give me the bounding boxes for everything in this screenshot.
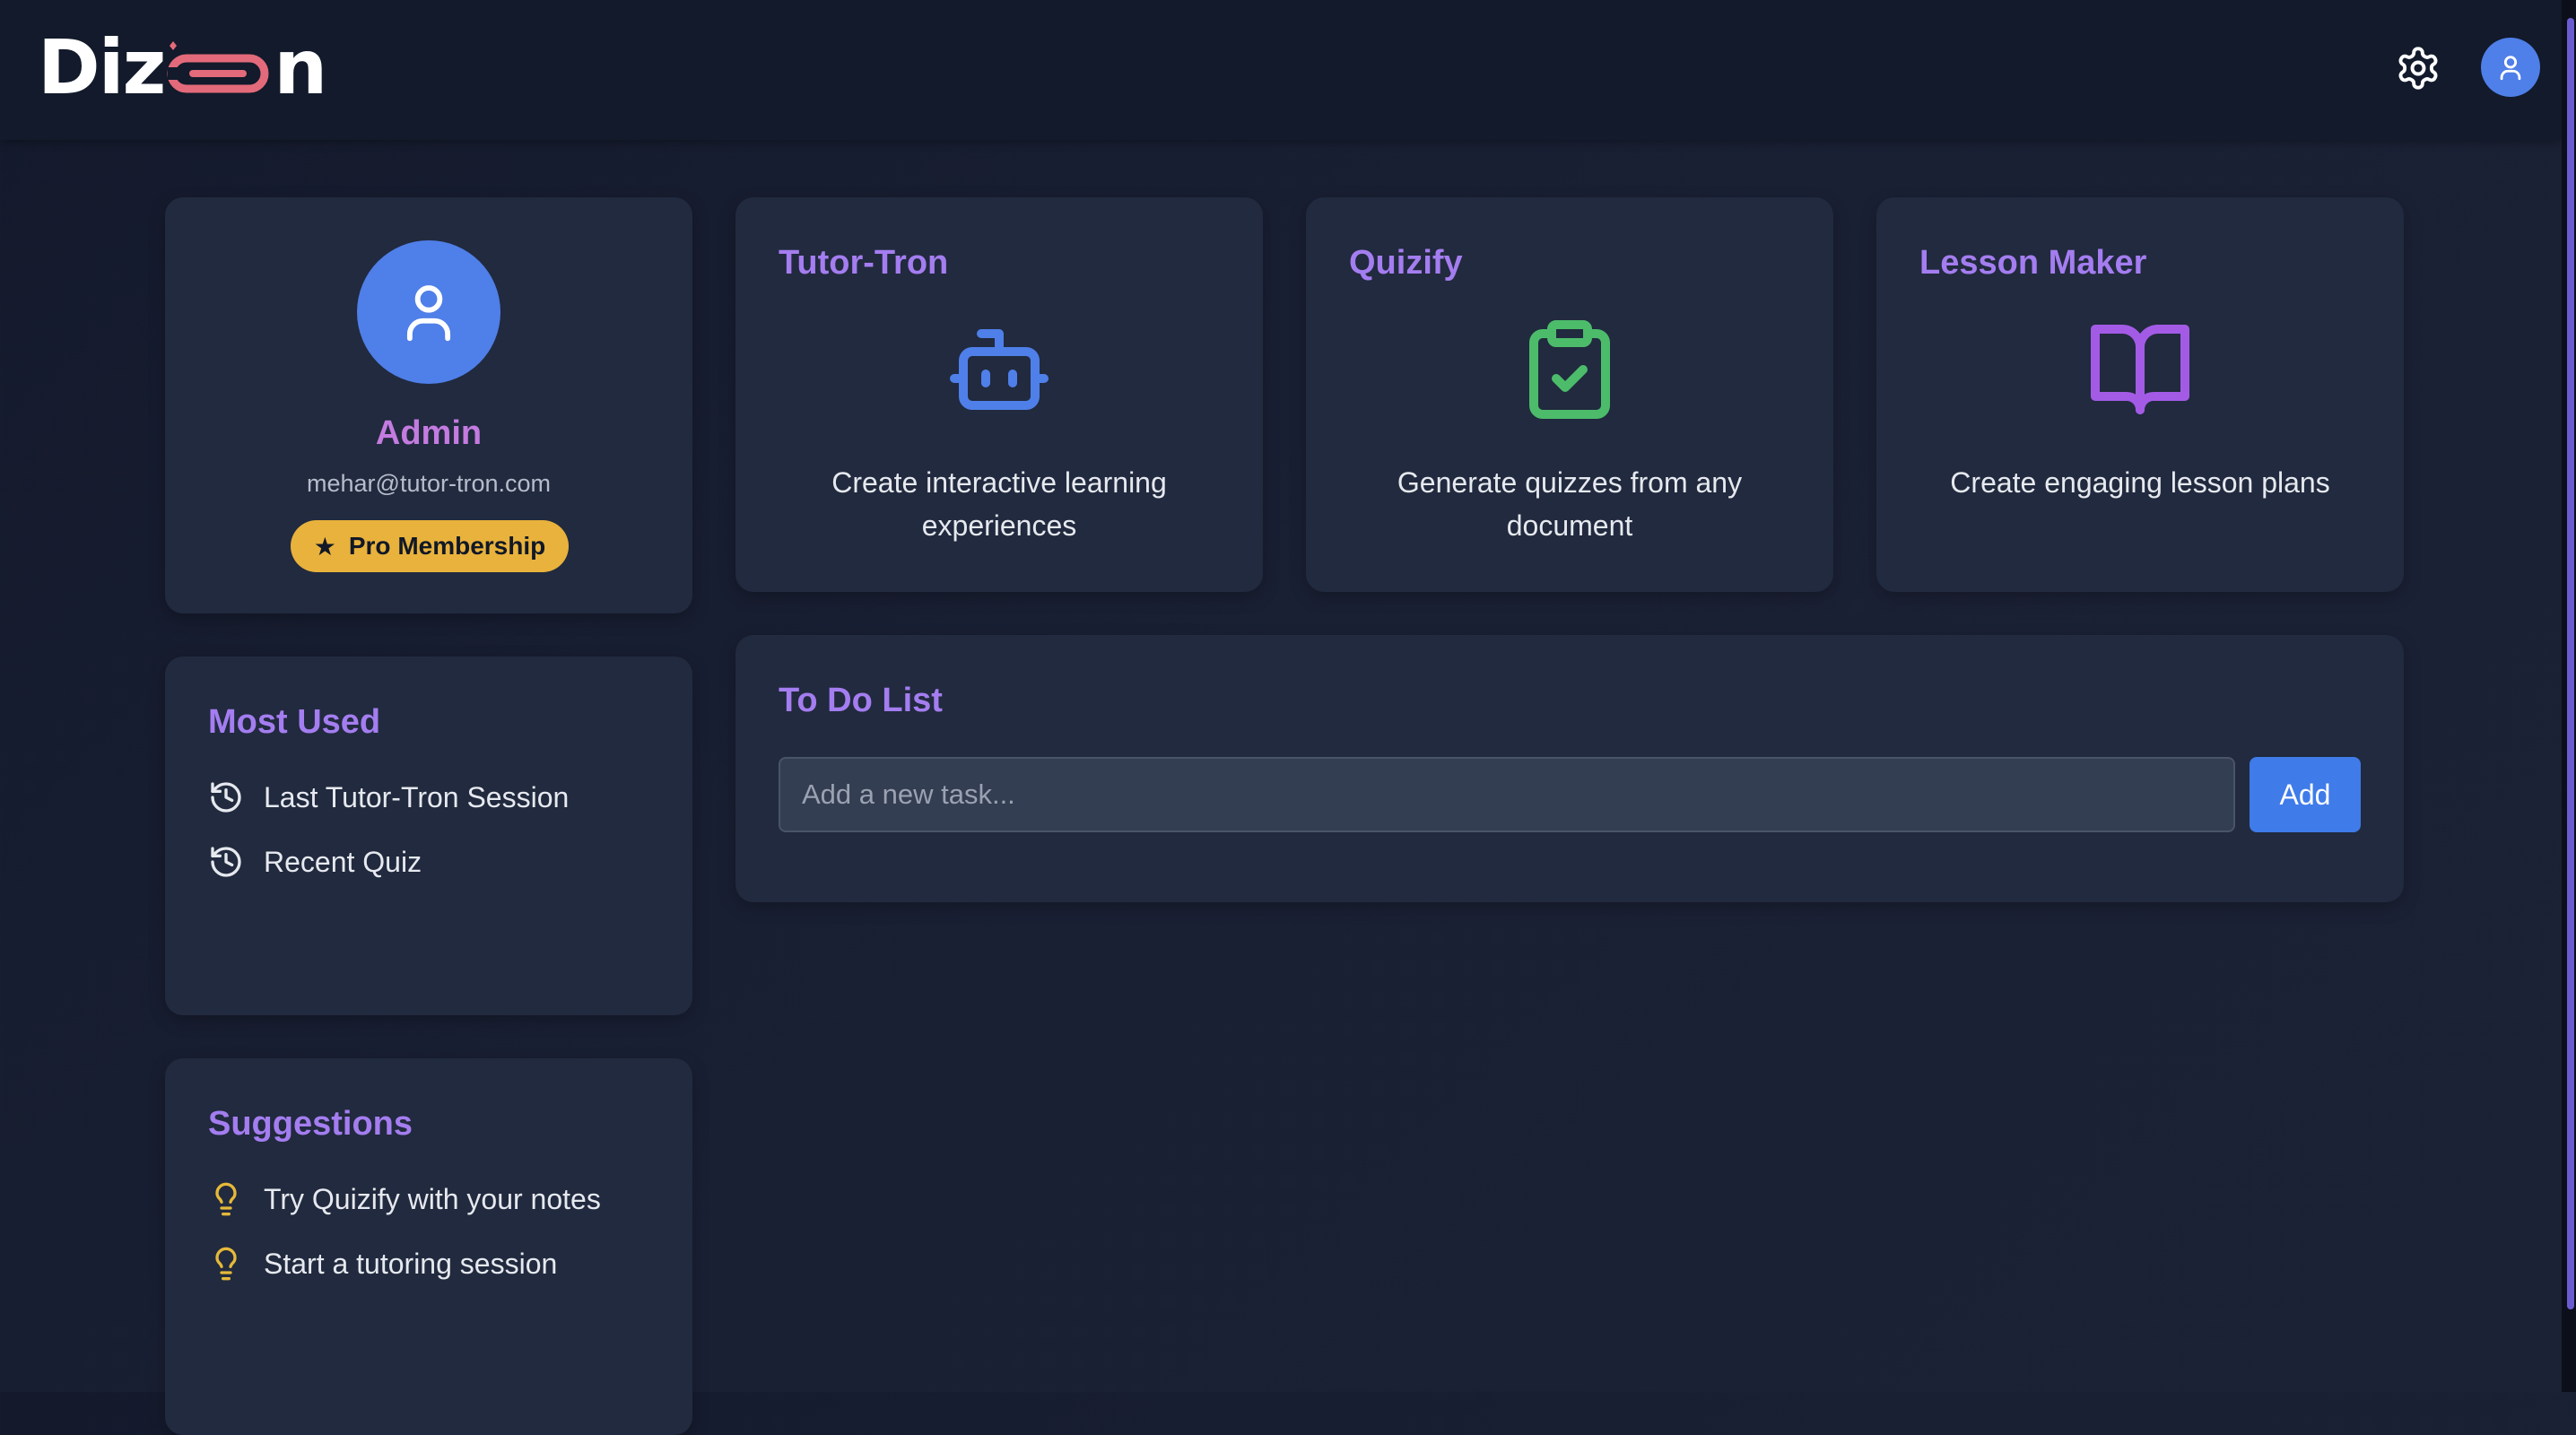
pro-membership-badge[interactable]: ★ Pro Membership: [291, 520, 569, 572]
list-item-label: Recent Quiz: [264, 845, 422, 878]
tool-description: Create interactive learning experiences: [831, 466, 1167, 542]
app-logo[interactable]: Diz n: [38, 23, 327, 111]
tool-card-lesson-maker[interactable]: Lesson Maker Create engaging lesson plan…: [1876, 197, 2404, 592]
profile-avatar[interactable]: [357, 240, 500, 384]
tool-description: Create engaging lesson plans: [1950, 466, 2330, 499]
clipboard-check-icon: [1529, 320, 1610, 419]
list-item-label: Last Tutor-Tron Session: [264, 780, 570, 813]
history-icon: [211, 847, 241, 877]
suggestion-item-try-quizify[interactable]: Try Quizify with your notes: [208, 1177, 601, 1222]
tool-title: Lesson Maker: [1919, 244, 2147, 282]
list-item-label: Try Quizify with your notes: [264, 1182, 601, 1215]
new-task-input[interactable]: [779, 757, 2235, 832]
tool-card-quizify[interactable]: Quizify Generate quizzes from any docume…: [1306, 197, 1833, 592]
most-used-list: Last Tutor-Tron Session Recent Quiz: [208, 775, 569, 904]
todo-title: To Do List: [779, 682, 943, 719]
user-avatar-button[interactable]: [2481, 38, 2540, 97]
bot-icon: [950, 329, 1049, 410]
profile-email: mehar@tutor-tron.com: [307, 470, 551, 497]
todo-card: To Do List Add: [735, 635, 2404, 902]
badge-label: Pro Membership: [348, 532, 546, 560]
tool-title: Tutor-Tron: [779, 244, 949, 282]
lightbulb-icon: [215, 1247, 237, 1281]
tool-description: Generate quizzes from any document: [1397, 466, 1743, 542]
history-icon: [211, 782, 241, 813]
logo-text-left: Diz: [38, 23, 166, 111]
tool-card-tutor-tron[interactable]: Tutor-Tron Create interactive learning e…: [735, 197, 1263, 592]
suggestion-item-start-tutoring[interactable]: Start a tutoring session: [208, 1241, 601, 1286]
list-item-label: Start a tutoring session: [264, 1247, 558, 1280]
lightbulb-icon: [215, 1182, 237, 1216]
tool-title: Quizify: [1349, 244, 1463, 282]
user-icon: [2500, 56, 2521, 81]
profile-card: Admin mehar@tutor-tron.com ★ Pro Members…: [165, 197, 692, 613]
profile-name: Admin: [375, 414, 483, 452]
suggestions-list: Try Quizify with your notes Start a tuto…: [208, 1177, 601, 1306]
user-icon: [406, 285, 451, 342]
settings-gear-icon[interactable]: [2395, 45, 2441, 91]
most-used-card: Most Used Last Tutor-Tron Session Recent…: [165, 657, 692, 1015]
most-used-title: Most Used: [208, 703, 381, 741]
book-open-icon: [2091, 325, 2189, 414]
add-task-button[interactable]: Add: [2250, 757, 2361, 832]
logo-text-right: n: [274, 23, 327, 111]
suggestions-card: Suggestions Try Quizify with your notes …: [165, 1058, 692, 1435]
suggestions-title: Suggestions: [208, 1105, 413, 1143]
most-used-item-last-session[interactable]: Last Tutor-Tron Session: [208, 775, 569, 820]
top-header: Diz n: [0, 0, 2562, 140]
scrollbar-thumb[interactable]: [2567, 18, 2574, 1309]
most-used-item-recent-quiz[interactable]: Recent Quiz: [208, 839, 569, 884]
logo-link-icon: [167, 41, 269, 93]
star-icon: ★: [313, 532, 336, 561]
